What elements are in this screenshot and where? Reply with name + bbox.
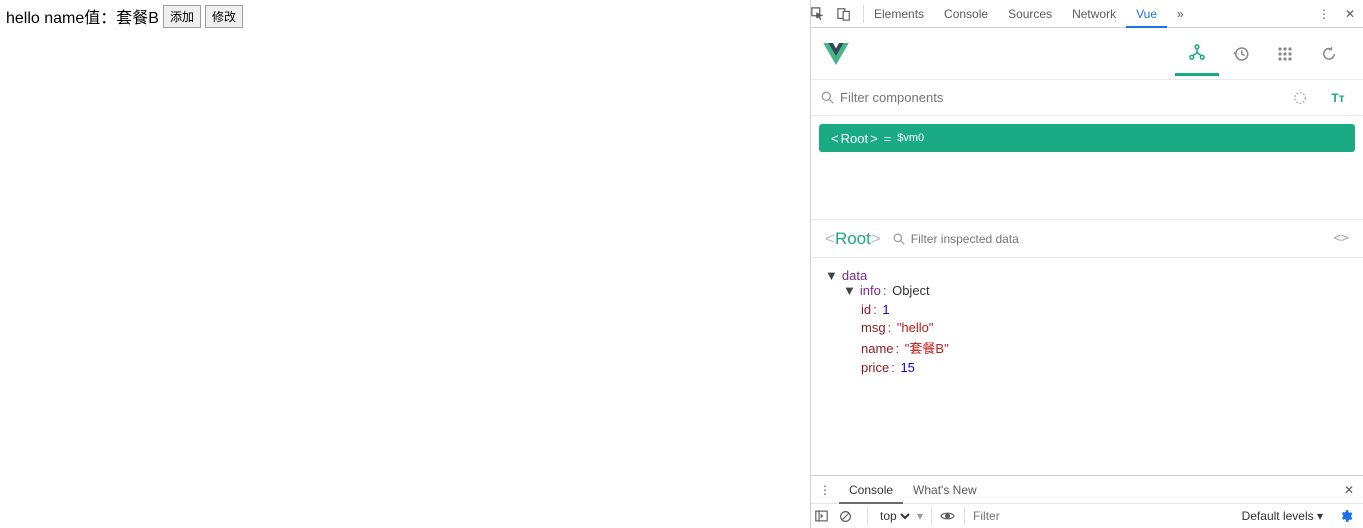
- gear-icon[interactable]: [1333, 509, 1359, 523]
- tab-network[interactable]: Network: [1062, 0, 1126, 28]
- prop-key: id: [861, 302, 871, 317]
- eye-icon[interactable]: [940, 511, 960, 521]
- close-icon[interactable]: ✕: [1337, 7, 1363, 21]
- inspected-open: <: [825, 229, 835, 249]
- console-sidebar-icon[interactable]: [815, 510, 835, 522]
- history-icon[interactable]: [1219, 32, 1263, 76]
- console-drawer: ⋮ Console What's New ✕ top ▾: [811, 475, 1363, 528]
- component-row-root[interactable]: <Root> = $vm0: [819, 124, 1355, 152]
- grid-icon[interactable]: [1263, 32, 1307, 76]
- prop-key: price: [861, 360, 889, 375]
- data-panel: ▼data ▼info: Object id: 1 msg: "hello" n…: [811, 258, 1363, 475]
- app-page: hello name值：套餐B 添加 修改: [0, 0, 810, 528]
- console-toolbar: top ▾ Default levels ▾: [811, 504, 1363, 528]
- data-type: Object: [892, 283, 930, 298]
- tab-sources[interactable]: Sources: [998, 0, 1062, 28]
- prop-val: 1: [882, 302, 889, 317]
- component-close: >: [870, 131, 878, 146]
- data-section[interactable]: ▼ data: [825, 268, 1349, 283]
- devtools-tabs: Elements Console Sources Network Vue » ⋮…: [811, 0, 1363, 28]
- data-key: info: [860, 283, 881, 298]
- tab-more[interactable]: »: [1167, 0, 1194, 28]
- braces-icon[interactable]: <>: [1333, 231, 1349, 246]
- component-eq: =: [884, 131, 892, 146]
- target-icon[interactable]: [1293, 91, 1323, 105]
- page-text: hello name值：套餐B: [6, 4, 159, 28]
- data-section-label: data: [842, 268, 867, 283]
- inspect-icon[interactable]: [811, 7, 837, 21]
- refresh-icon[interactable]: [1307, 32, 1351, 76]
- component-name: Root: [841, 131, 868, 146]
- vue-header: [811, 28, 1363, 80]
- filter-components-input[interactable]: [840, 90, 1293, 105]
- inspected-close: >: [871, 229, 881, 249]
- vue-logo-icon: [823, 43, 849, 65]
- filter-components-row: Tт: [811, 80, 1363, 116]
- chevron-down-icon[interactable]: ▼: [843, 283, 856, 298]
- data-prop-price[interactable]: price: 15: [861, 360, 1349, 375]
- prop-key: name: [861, 341, 894, 356]
- prop-val: "hello": [897, 320, 934, 335]
- component-vm: $vm0: [897, 132, 924, 144]
- log-levels[interactable]: Default levels ▾: [1236, 509, 1329, 523]
- components-tab-icon[interactable]: [1175, 32, 1219, 76]
- data-prop-name[interactable]: name: "套餐B": [861, 338, 1349, 357]
- devtools-panel: Elements Console Sources Network Vue » ⋮…: [810, 0, 1363, 528]
- data-prop-id[interactable]: id: 1: [861, 302, 1349, 317]
- drawer-tab-whatsnew[interactable]: What's New: [903, 476, 987, 504]
- tab-console[interactable]: Console: [934, 0, 998, 28]
- split-gap: [811, 160, 1363, 220]
- search-icon: [893, 233, 905, 245]
- inspected-header: <Root> <>: [811, 220, 1363, 258]
- filter-inspected-input[interactable]: [911, 232, 1334, 246]
- settings-icon[interactable]: ⋮: [1311, 7, 1337, 21]
- separator: [931, 508, 932, 524]
- component-open: <: [831, 131, 839, 146]
- separator: [867, 508, 868, 524]
- context-select[interactable]: top: [876, 508, 913, 524]
- inspected-name: Root: [835, 229, 871, 249]
- tab-elements[interactable]: Elements: [864, 0, 934, 28]
- console-filter-input[interactable]: [964, 507, 1232, 525]
- add-button[interactable]: 添加: [163, 5, 201, 28]
- prop-key: msg: [861, 320, 886, 335]
- clear-console-icon[interactable]: [839, 510, 859, 523]
- prop-val: 15: [900, 360, 914, 375]
- drawer-close-icon[interactable]: ✕: [1335, 483, 1363, 497]
- data-info-row[interactable]: ▼info: Object: [843, 283, 1349, 298]
- tab-vue[interactable]: Vue: [1126, 0, 1167, 28]
- drawer-tab-console[interactable]: Console: [839, 476, 903, 504]
- search-icon: [821, 91, 834, 104]
- drawer-menu-icon[interactable]: ⋮: [811, 483, 839, 497]
- format-icon[interactable]: Tт: [1323, 91, 1353, 105]
- edit-button[interactable]: 修改: [205, 5, 243, 28]
- chevron-down-icon[interactable]: ▼: [825, 268, 838, 283]
- data-prop-msg[interactable]: msg: "hello": [861, 320, 1349, 335]
- device-icon[interactable]: [837, 7, 863, 21]
- prop-val: "套餐B": [905, 341, 949, 356]
